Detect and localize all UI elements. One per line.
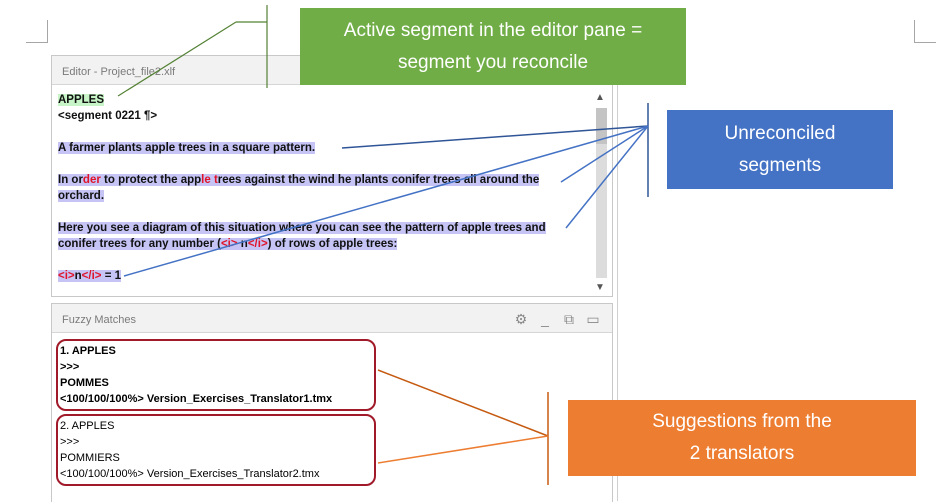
- callout-text: 2 translators: [689, 443, 795, 464]
- callout-text: segment you reconcile: [397, 51, 589, 73]
- suggestions-callout: Suggestions from the 2 translators: [568, 400, 916, 476]
- callout-text: Suggestions from the: [652, 411, 832, 432]
- unreconciled-callout: Unreconciled segments: [667, 110, 893, 189]
- callout-text: Active segment in the editor pane =: [343, 19, 643, 41]
- callout-text: segments: [738, 154, 822, 176]
- callout-text: Unreconciled: [724, 122, 836, 144]
- active-segment-callout: Active segment in the editor pane = segm…: [300, 8, 686, 85]
